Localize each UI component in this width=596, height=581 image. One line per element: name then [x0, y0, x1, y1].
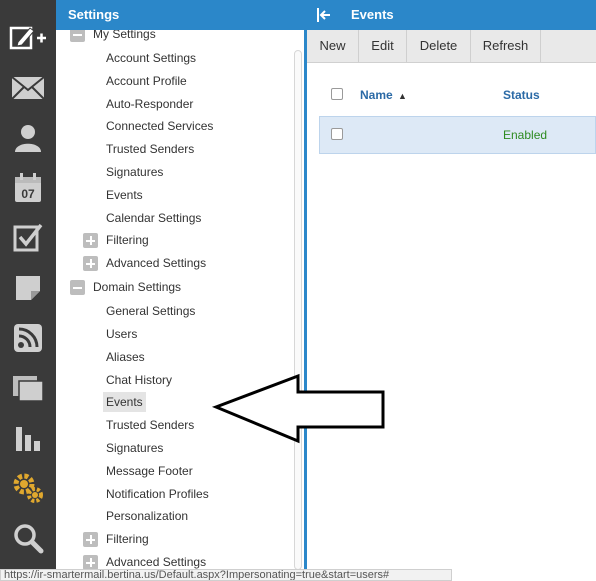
collapse-panel-icon[interactable] — [316, 8, 332, 22]
expand-domain-filtering-toggle[interactable] — [83, 532, 98, 547]
sort-ascending-icon: ▲ — [398, 91, 407, 101]
tree-item-domain-signatures[interactable]: Signatures — [106, 438, 163, 458]
tree-group-my-settings[interactable]: My Settings — [93, 30, 156, 44]
tree-item-domain-events-selected[interactable]: Events — [103, 392, 146, 412]
select-all-checkbox[interactable] — [331, 88, 343, 100]
expand-domain-advanced-toggle[interactable] — [83, 555, 98, 570]
settings-header: Settings — [56, 0, 306, 30]
tree-item-account-profile[interactable]: Account Profile — [106, 71, 187, 91]
tree-item-general-settings[interactable]: General Settings — [106, 301, 195, 321]
refresh-button[interactable]: Refresh — [471, 30, 541, 62]
files-icon[interactable] — [0, 363, 56, 413]
column-header-status[interactable]: Status — [503, 88, 540, 102]
tree-item-users[interactable]: Users — [106, 324, 137, 344]
table-row[interactable]: Enabled — [319, 116, 596, 154]
tree-item-trusted-senders[interactable]: Trusted Senders — [106, 139, 194, 159]
expand-advanced-settings-toggle[interactable] — [83, 256, 98, 271]
tree-item-notification-profiles[interactable]: Notification Profiles — [106, 484, 209, 504]
collapse-domain-settings-toggle[interactable] — [70, 280, 85, 295]
events-toolbar: New Edit Delete Refresh — [307, 30, 596, 63]
collapse-my-settings-toggle[interactable] — [70, 30, 85, 42]
tree-item-domain-filtering[interactable]: Filtering — [106, 529, 149, 549]
browser-status-url: https://ir-smartermail.bertina.us/Defaul… — [0, 569, 452, 581]
notes-icon[interactable] — [0, 263, 56, 313]
settings-tree: My Settings Account Settings Account Pro… — [56, 30, 294, 570]
tree-item-aliases[interactable]: Aliases — [106, 347, 145, 367]
tree-item-personalization[interactable]: Personalization — [106, 506, 188, 526]
tasks-icon[interactable] — [0, 213, 56, 263]
grid-header: Name ▲ Status — [319, 82, 596, 108]
status-cell: Enabled — [503, 128, 548, 142]
tree-item-auto-responder[interactable]: Auto-Responder — [106, 94, 193, 114]
tree-item-calendar-settings[interactable]: Calendar Settings — [106, 208, 201, 228]
settings-icon[interactable] — [0, 463, 56, 513]
tree-item-message-footer[interactable]: Message Footer — [106, 461, 193, 481]
tree-item-chat-history[interactable]: Chat History — [106, 370, 172, 390]
rss-icon[interactable] — [0, 313, 56, 363]
column-name-label: Name — [360, 88, 393, 102]
calendar-day-label: 07 — [21, 187, 35, 201]
tree-item-events[interactable]: Events — [106, 185, 143, 205]
settings-panel: Settings My Settings Account Settings Ac… — [56, 0, 306, 581]
search-icon[interactable] — [0, 513, 56, 563]
mail-icon[interactable] — [0, 63, 56, 113]
calendar-icon[interactable]: 07 — [0, 163, 56, 213]
tree-group-domain-settings[interactable]: Domain Settings — [93, 277, 181, 297]
new-button[interactable]: New — [307, 30, 359, 62]
delete-button[interactable]: Delete — [407, 30, 471, 62]
expand-filtering-toggle[interactable] — [83, 233, 98, 248]
edit-button[interactable]: Edit — [359, 30, 407, 62]
tree-item-signatures[interactable]: Signatures — [106, 162, 163, 182]
contacts-icon[interactable] — [0, 113, 56, 163]
app-window: 07 Settings My Settings Account Settings… — [0, 0, 596, 581]
compose-icon[interactable] — [0, 13, 56, 63]
tree-item-advanced-settings[interactable]: Advanced Settings — [106, 253, 206, 273]
tree-item-account-settings[interactable]: Account Settings — [106, 48, 196, 68]
row-checkbox[interactable] — [331, 128, 343, 140]
events-panel: Events New Edit Delete Refresh Name ▲ St… — [307, 0, 596, 581]
tree-scrollbar[interactable] — [294, 50, 302, 570]
tree-item-domain-advanced-settings[interactable]: Advanced Settings — [106, 552, 206, 570]
reports-icon[interactable] — [0, 413, 56, 463]
icon-rail: 07 — [0, 0, 56, 581]
column-header-name[interactable]: Name ▲ — [360, 88, 407, 102]
events-header: Events — [307, 0, 596, 30]
tree-item-filtering[interactable]: Filtering — [106, 230, 149, 250]
events-title: Events — [351, 7, 394, 22]
tree-item-connected-services[interactable]: Connected Services — [106, 116, 213, 136]
tree-item-domain-trusted-senders[interactable]: Trusted Senders — [106, 415, 194, 435]
